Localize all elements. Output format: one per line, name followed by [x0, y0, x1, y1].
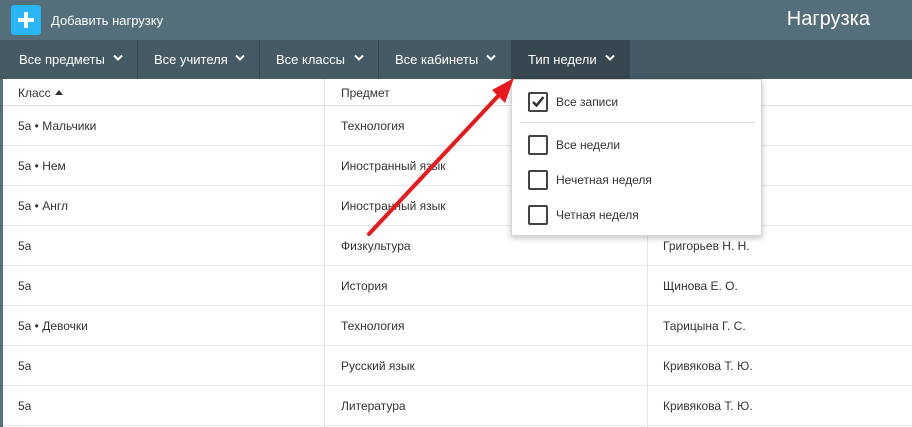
option-odd-week[interactable]: Нечетная неделя	[528, 170, 652, 190]
cell-class: 5а	[18, 279, 32, 293]
filter-subjects[interactable]: Все предметы	[3, 40, 138, 79]
option-even-week[interactable]: Четная неделя	[528, 205, 639, 225]
sort-ascending-icon	[54, 90, 63, 95]
checkbox[interactable]	[528, 170, 548, 190]
cell-class: 5а • Девочки	[18, 319, 88, 333]
table-row[interactable]: 5а Литература Кривякова Т. Ю.	[3, 386, 912, 426]
cell-class: 5а	[18, 399, 32, 413]
table-row[interactable]: 5а • Англ Иностранный язык	[3, 186, 912, 226]
option-odd-week-label: Нечетная неделя	[556, 173, 652, 187]
cell-subject: Технология	[341, 119, 405, 133]
cell-class: 5а • Англ	[18, 199, 68, 213]
cell-subject: Иностранный язык	[341, 199, 446, 213]
cell-class: 5а	[18, 359, 32, 373]
checkmark-icon	[532, 96, 545, 108]
chevron-down-icon	[354, 54, 364, 62]
filter-teachers[interactable]: Все учителя	[138, 40, 260, 79]
add-workload-label: Добавить нагрузку	[51, 12, 164, 28]
filter-week-type[interactable]: Тип недели	[512, 40, 630, 79]
add-workload-button[interactable]: Добавить нагрузку	[11, 5, 163, 35]
cell-class: 5а • Мальчики	[18, 119, 97, 133]
cell-teacher: Щинова Е. О.	[663, 279, 738, 293]
week-type-dropdown: Все записи Все недели Нечетная неделя Че…	[511, 79, 762, 236]
table-row[interactable]: 5а • Нем Иностранный язык	[3, 146, 912, 186]
cell-subject: История	[341, 279, 388, 293]
top-toolbar: Добавить нагрузку Нагрузка	[0, 0, 912, 40]
filter-subjects-label: Все предметы	[19, 52, 105, 67]
table-row[interactable]: 5а • Мальчики Технология	[3, 106, 912, 146]
checkbox[interactable]	[528, 205, 548, 225]
filter-classes-label: Все классы	[276, 52, 346, 67]
table-row[interactable]: 5а • Девочки Технология Тарицына Г. С.	[3, 306, 912, 346]
filter-teachers-label: Все учителя	[154, 52, 228, 67]
chevron-down-icon	[113, 54, 123, 62]
dropdown-divider	[520, 122, 755, 123]
option-even-week-label: Четная неделя	[556, 208, 639, 222]
cell-class: 5а	[18, 239, 32, 253]
option-all-records-label: Все записи	[556, 95, 619, 109]
cell-teacher: Кривякова Т. Ю.	[663, 359, 753, 373]
chevron-down-icon	[235, 54, 245, 62]
filter-classes[interactable]: Все классы	[260, 40, 379, 79]
cell-teacher: Кривякова Т. Ю.	[663, 399, 753, 413]
chevron-down-icon	[486, 54, 496, 62]
filter-rooms[interactable]: Все кабинеты	[379, 40, 512, 79]
column-header-subject[interactable]: Предмет	[341, 86, 390, 100]
cell-teacher: Тарицына Г. С.	[663, 319, 746, 333]
cell-subject: Физкультура	[341, 239, 411, 253]
option-all-weeks-label: Все недели	[556, 138, 621, 152]
column-header-class-label: Класс	[18, 86, 51, 100]
cell-subject: Иностранный язык	[341, 159, 446, 173]
table-row[interactable]: 5а Физкультура Григорьев Н. Н.	[3, 226, 912, 266]
option-all-records[interactable]: Все записи	[528, 92, 618, 112]
cell-subject: Русский язык	[341, 359, 415, 373]
table-header: Класс Предмет	[3, 79, 912, 106]
filter-rooms-label: Все кабинеты	[395, 52, 479, 67]
table-row[interactable]: 5а Русский язык Кривякова Т. Ю.	[3, 346, 912, 386]
filter-week-type-label: Тип недели	[528, 52, 597, 67]
cell-teacher: Григорьев Н. Н.	[663, 239, 750, 253]
cell-subject: Технология	[341, 319, 405, 333]
column-header-class[interactable]: Класс	[18, 86, 63, 100]
plus-icon	[11, 5, 41, 35]
cell-class: 5а • Нем	[18, 159, 66, 173]
table-body: 5а • Мальчики Технология 5а • Нем Иностр…	[3, 106, 912, 426]
option-all-weeks[interactable]: Все недели	[528, 135, 620, 155]
page-title: Нагрузка	[786, 8, 870, 30]
table-row[interactable]: 5а История Щинова Е. О.	[3, 266, 912, 306]
checkbox-checked[interactable]	[528, 92, 548, 112]
chevron-down-icon	[605, 54, 615, 62]
cell-subject: Литература	[341, 399, 406, 413]
checkbox[interactable]	[528, 135, 548, 155]
filter-bar: Все предметы Все учителя Все классы Все …	[0, 40, 912, 79]
